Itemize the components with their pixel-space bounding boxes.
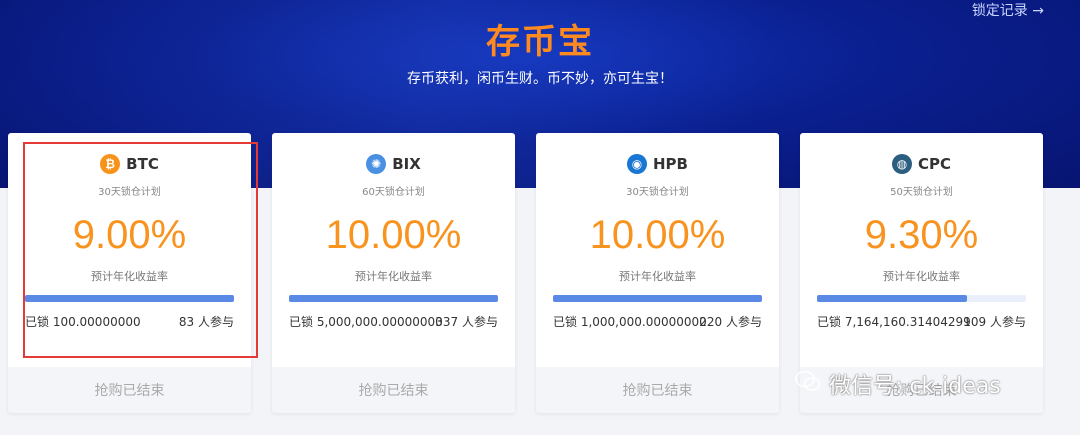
bix-icon: ✺ (366, 154, 387, 174)
locked-amount: 已锁 1,000,000.00000000 (553, 315, 707, 329)
status-button[interactable]: 抢购已结束 (272, 367, 515, 413)
status-button[interactable]: 抢购已结束 (8, 367, 251, 413)
progress-bar (25, 295, 234, 302)
coin-name: BTC (126, 155, 159, 173)
coin-name: CPC (917, 155, 951, 173)
progress-bar (289, 295, 498, 302)
participant-count: 337 人参与 (435, 315, 498, 329)
rate-label: 预计年化收益率 (619, 270, 696, 283)
progress-bar (553, 295, 762, 302)
annual-rate: 9.30% (864, 213, 979, 257)
page-subtitle: 存币获利，闲币生财。币不妙，亦可生宝！ (407, 71, 673, 87)
card-header: ◉ HPB (536, 153, 779, 175)
participant-count: 109 人参与 (963, 315, 1026, 329)
watermark: 微信号: ck-ideas (795, 368, 1001, 400)
locked-amount: 已锁 7,164,160.31404299 (817, 315, 971, 329)
btc-icon: ₿ (100, 154, 121, 174)
card-header: ₿ BTC (8, 153, 251, 175)
locked-amount: 已锁 100.00000000 (25, 315, 141, 329)
annual-rate: 10.00% (589, 213, 726, 257)
participant-count: 83 人参与 (178, 315, 234, 329)
progress-fill (553, 295, 762, 302)
product-card-hpb[interactable]: ◉ HPB 30天锁仓计划 10.00% 预计年化收益率 已锁 1,000,00… (536, 133, 779, 413)
rate-label: 预计年化收益率 (355, 270, 432, 283)
rate-label: 预计年化收益率 (883, 270, 960, 283)
watermark-text: 微信号: ck-ideas (829, 374, 1001, 399)
progress-bar (817, 295, 1026, 302)
participant-count: 220 人参与 (699, 315, 762, 329)
status-button[interactable]: 抢购已结束 (536, 367, 779, 413)
progress-fill (289, 295, 498, 302)
cpc-icon: ◍ (891, 154, 912, 174)
plan-label: 30天锁仓计划 (626, 187, 689, 198)
progress-fill (817, 295, 967, 302)
plan-label: 60天锁仓计划 (362, 187, 425, 198)
page-title: 存币宝 (486, 22, 594, 62)
coin-name: HPB (653, 155, 688, 173)
wechat-icon (795, 370, 821, 398)
locked-amount: 已锁 5,000,000.00000000 (289, 315, 443, 329)
plan-label: 50天锁仓计划 (890, 187, 953, 198)
annual-rate: 9.00% (72, 213, 187, 257)
product-card-bix[interactable]: ✺ BIX 60天锁仓计划 10.00% 预计年化收益率 已锁 5,000,00… (272, 133, 515, 413)
progress-fill (25, 295, 234, 302)
hpb-icon: ◉ (627, 154, 647, 174)
coin-name: BIX (392, 155, 421, 173)
plan-label: 30天锁仓计划 (98, 187, 161, 198)
product-card-btc[interactable]: ₿ BTC 30天锁仓计划 9.00% 预计年化收益率 已锁 100.00000… (8, 133, 251, 413)
card-header: ✺ BIX (272, 153, 515, 175)
rate-label: 预计年化收益率 (91, 270, 168, 283)
card-header: ◍ CPC (800, 153, 1043, 175)
annual-rate: 10.00% (325, 213, 462, 257)
